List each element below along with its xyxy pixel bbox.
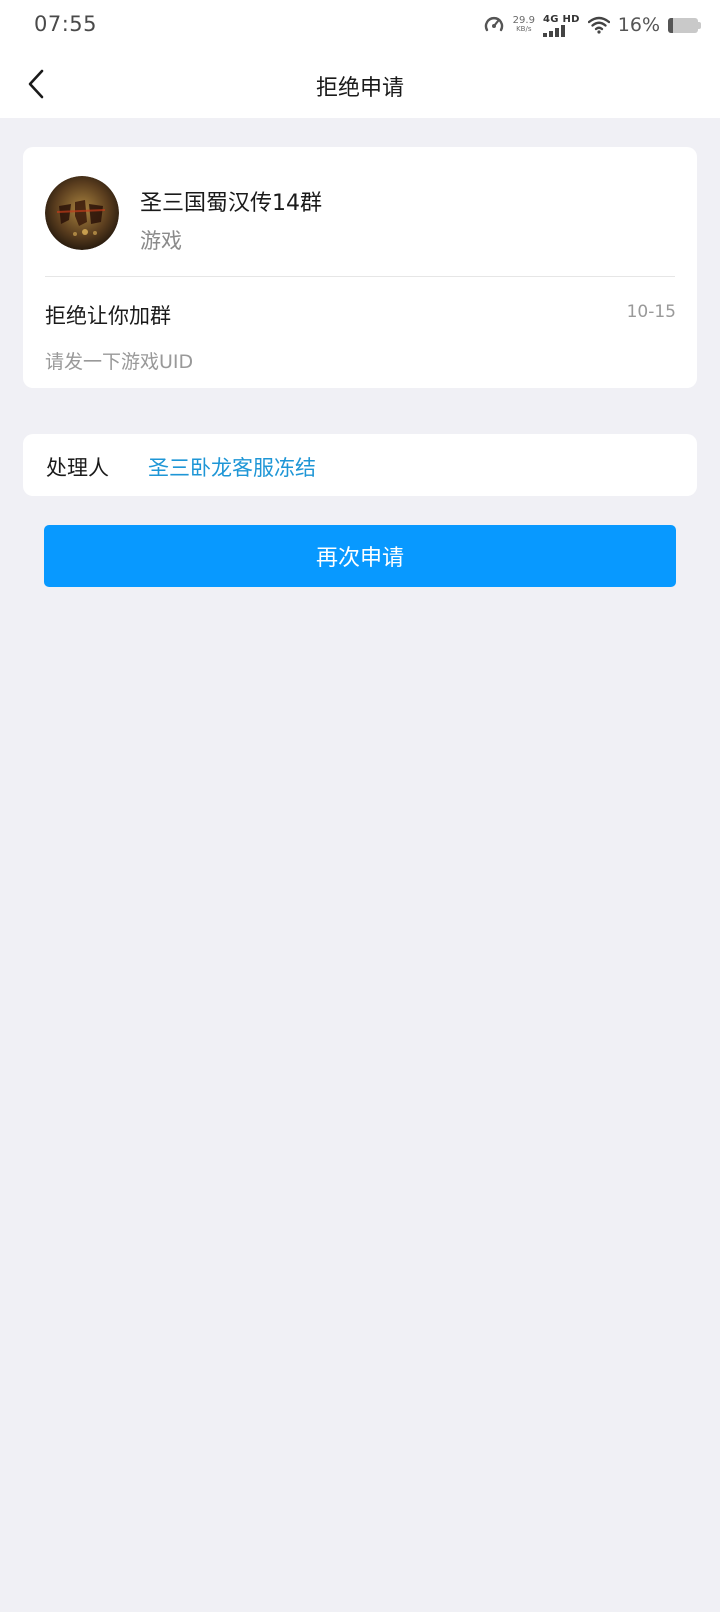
handler-name-link[interactable]: 圣三卧龙客服冻结 bbox=[148, 452, 316, 482]
status-bar: 07:55 29.9 KB/s 4G HD 16% bbox=[0, 0, 720, 50]
network-type: 4G HD bbox=[542, 13, 580, 25]
status-time: 07:55 bbox=[34, 12, 98, 36]
rejection-title: 拒绝让你加群 bbox=[45, 304, 171, 328]
reapply-button[interactable]: 再次申请 bbox=[44, 525, 676, 587]
game-avatar-icon bbox=[45, 176, 119, 250]
handler-card: 处理人 圣三卧龙客服冻结 bbox=[23, 434, 697, 496]
battery-icon bbox=[668, 17, 701, 33]
rejection-date: 10-15 bbox=[626, 302, 676, 322]
group-name: 圣三国蜀汉传14群 bbox=[140, 191, 322, 216]
handler-label: 处理人 bbox=[46, 456, 109, 480]
battery-level-fill bbox=[668, 17, 673, 33]
group-category: 游戏 bbox=[140, 229, 182, 253]
navigation-bar: 拒绝申请 bbox=[0, 50, 720, 118]
network-speed-value: 29.9 bbox=[512, 15, 535, 26]
wifi-icon bbox=[587, 16, 610, 34]
page-title: 拒绝申请 bbox=[315, 76, 404, 101]
speedometer-icon bbox=[484, 17, 503, 32]
group-avatar[interactable] bbox=[45, 176, 119, 250]
status-icons: 29.9 KB/s 4G HD 16% bbox=[483, 12, 701, 38]
divider bbox=[45, 276, 675, 277]
cellular-indicator: 4G HD bbox=[542, 13, 580, 37]
group-info-card: 圣三国蜀汉传14群 游戏 拒绝让你加群 10-15 请发一下游戏UID bbox=[23, 147, 697, 388]
network-speed: 29.9 KB/s bbox=[513, 16, 535, 34]
battery-percent: 16% bbox=[617, 14, 660, 36]
rejection-reason: 请发一下游戏UID bbox=[45, 351, 194, 373]
signal-bars-icon bbox=[542, 24, 565, 37]
network-speed-unit: KB/s bbox=[516, 25, 532, 33]
